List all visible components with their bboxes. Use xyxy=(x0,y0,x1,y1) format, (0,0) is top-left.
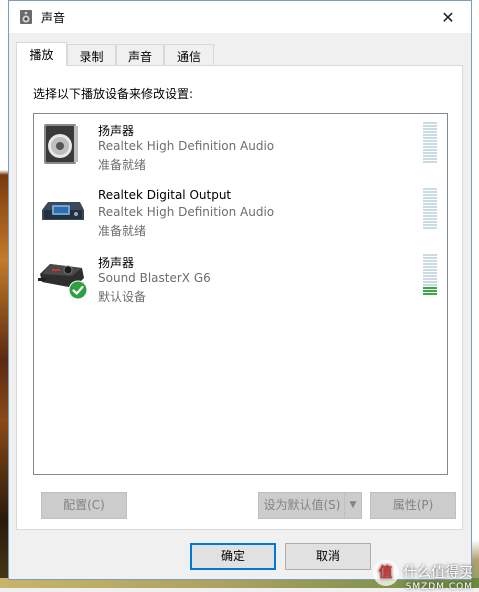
meter-segment xyxy=(423,191,437,193)
meter-segment xyxy=(423,203,437,205)
meter-segment xyxy=(423,221,437,223)
chevron-down-icon[interactable]: ▼ xyxy=(344,493,361,518)
configure-button[interactable]: 配置(C) xyxy=(41,492,127,519)
meter-segment xyxy=(423,212,437,214)
device-name: 扬声器 xyxy=(98,256,135,270)
meter-segment xyxy=(423,137,437,139)
tab-label: 通信 xyxy=(176,50,201,64)
speaker-icon xyxy=(44,124,78,164)
meter-segment xyxy=(423,278,437,280)
meter-segment xyxy=(423,131,437,133)
meter-segment xyxy=(423,149,437,151)
meter-segment xyxy=(423,254,437,256)
level-meter xyxy=(423,254,437,296)
device-status: 默认设备 xyxy=(98,290,147,304)
meter-segment xyxy=(423,281,437,283)
watermark-text: 什么值得买 xyxy=(403,565,473,581)
tab-sounds[interactable]: 声音 xyxy=(116,44,164,65)
watermark: 值 什么值得买 SMZDM.COM xyxy=(372,560,473,592)
instruction-text: 选择以下播放设备来修改设置: xyxy=(33,87,194,101)
meter-segment xyxy=(423,125,437,127)
meter-segment xyxy=(423,197,437,199)
meter-segment xyxy=(423,260,437,262)
meter-segment xyxy=(423,194,437,196)
meter-segment xyxy=(423,284,437,286)
meter-segment xyxy=(423,257,437,259)
close-icon: ✕ xyxy=(441,7,455,27)
set-default-label: 设为默认值(S) xyxy=(263,498,341,512)
tab-communications[interactable]: 通信 xyxy=(164,44,214,65)
meter-segment xyxy=(423,158,437,160)
ok-button[interactable]: 确定 xyxy=(190,543,276,570)
meter-segment xyxy=(423,290,437,292)
meter-segment xyxy=(423,224,437,226)
tab-label: 声音 xyxy=(127,50,152,64)
watermark-subtext: SMZDM.COM xyxy=(405,582,473,592)
tab-recording[interactable]: 录制 xyxy=(67,44,116,65)
meter-segment xyxy=(423,275,437,277)
device-status: 准备就绪 xyxy=(98,158,147,172)
device-item[interactable]: 扬声器 Sound BlasterX G6 默认设备 xyxy=(34,246,447,310)
meter-segment xyxy=(423,293,437,295)
meter-segment xyxy=(423,266,437,268)
device-description: Realtek High Definition Audio xyxy=(98,139,275,153)
device-description: Realtek High Definition Audio xyxy=(98,205,275,219)
window-title: 声音 xyxy=(41,11,66,25)
digital-output-icon xyxy=(42,202,84,220)
speaker-title-icon xyxy=(20,10,32,24)
meter-segment xyxy=(423,218,437,220)
meter-segment xyxy=(423,188,437,190)
meter-segment xyxy=(423,263,437,265)
tab-playback[interactable]: 播放 xyxy=(16,42,67,66)
playback-panel: 选择以下播放设备来修改设置: 扬声器 Realtek High Definiti… xyxy=(16,65,463,530)
watermark-logo-icon: 值 xyxy=(372,560,399,586)
device-name: Realtek Digital Output xyxy=(98,188,232,202)
device-name: 扬声器 xyxy=(98,124,135,138)
cancel-button[interactable]: 取消 xyxy=(285,543,371,570)
device-description: Sound BlasterX G6 xyxy=(98,271,211,285)
level-meter xyxy=(423,188,437,230)
tab-label: 播放 xyxy=(29,48,54,62)
meter-segment xyxy=(423,140,437,142)
meter-segment xyxy=(423,146,437,148)
meter-segment xyxy=(423,152,437,154)
background-right xyxy=(471,0,479,588)
meter-segment xyxy=(423,209,437,211)
device-item[interactable]: Realtek Digital Output Realtek High Defi… xyxy=(34,180,447,244)
close-button[interactable]: ✕ xyxy=(425,1,471,33)
meter-segment xyxy=(423,272,437,274)
meter-segment xyxy=(423,155,437,157)
set-default-button[interactable]: 设为默认值(S) ▼ xyxy=(258,492,362,519)
meter-segment xyxy=(423,161,437,163)
meter-segment xyxy=(423,227,437,229)
meter-segment xyxy=(423,200,437,202)
meter-segment xyxy=(423,215,437,217)
meter-segment xyxy=(423,206,437,208)
device-list[interactable]: 扬声器 Realtek High Definition Audio 准备就绪 R… xyxy=(33,113,448,475)
device-status: 准备就绪 xyxy=(98,224,147,238)
meter-segment xyxy=(423,134,437,136)
tab-label: 录制 xyxy=(79,50,104,64)
meter-segment xyxy=(423,122,437,124)
meter-segment xyxy=(423,287,437,289)
meter-segment xyxy=(423,269,437,271)
default-check-icon xyxy=(68,280,88,300)
device-item[interactable]: 扬声器 Realtek High Definition Audio 准备就绪 xyxy=(34,114,447,178)
properties-button[interactable]: 属性(P) xyxy=(370,492,456,519)
sound-dialog: 声音 ✕ 播放 录制 声音 通信 选择以下播放设备来修改设置: 扬声器 Real… xyxy=(8,0,472,580)
meter-segment xyxy=(423,143,437,145)
title-bar[interactable]: 声音 ✕ xyxy=(9,1,471,33)
meter-segment xyxy=(423,128,437,130)
background-left xyxy=(0,0,8,588)
level-meter xyxy=(423,122,437,164)
